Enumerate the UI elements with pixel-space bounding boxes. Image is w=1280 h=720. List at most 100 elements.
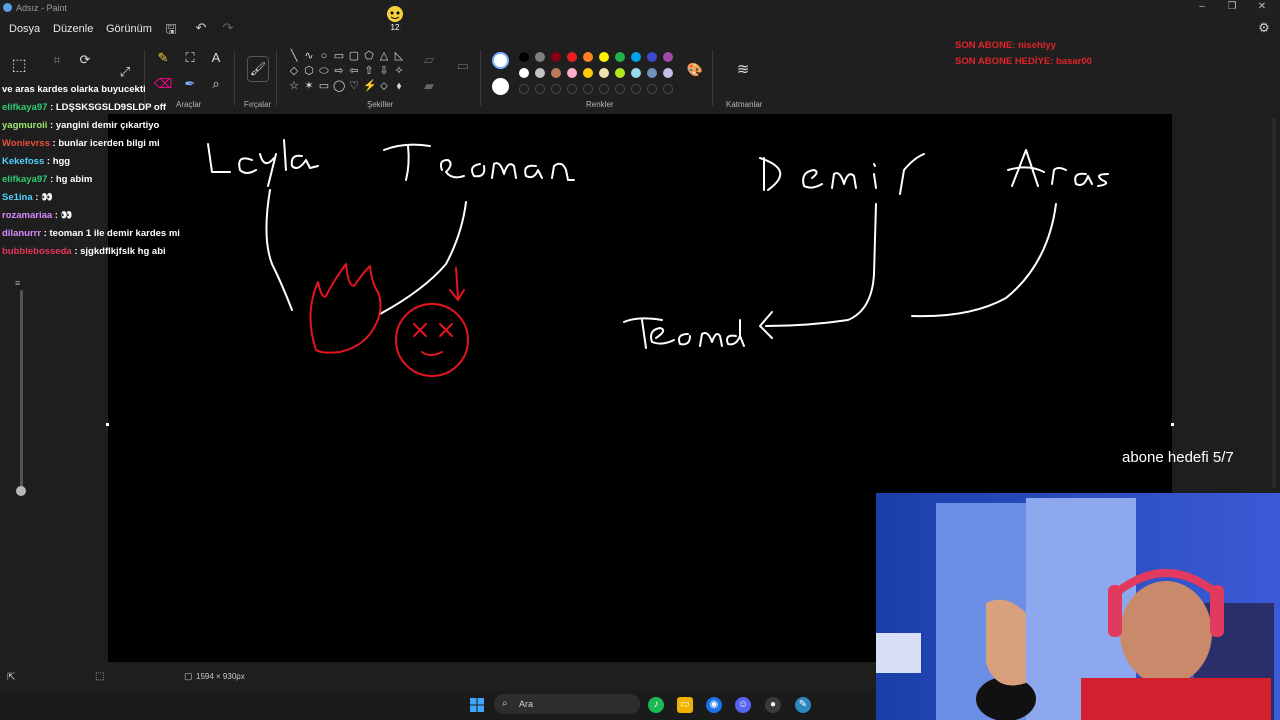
shape-option-icon[interactable]: ◇	[288, 65, 300, 77]
menu-edit[interactable]: Düzenle	[53, 23, 93, 35]
edit-colors-icon[interactable]: 🎨	[686, 62, 704, 78]
color-swatch[interactable]	[583, 68, 593, 78]
zoom-slider-thumb[interactable]	[16, 486, 26, 496]
shape-option-icon[interactable]: ⚡	[363, 80, 377, 92]
shape-style-icon[interactable]: ▭	[454, 58, 472, 74]
color-swatch[interactable]	[567, 52, 577, 62]
color-swatch[interactable]	[631, 68, 641, 78]
color-swatch[interactable]	[599, 68, 609, 78]
maximize-icon[interactable]: ❐	[1224, 1, 1240, 12]
spotify-icon[interactable]: ♪	[648, 697, 664, 713]
save-icon[interactable]: 🖫	[163, 20, 179, 42]
color-swatch[interactable]	[535, 68, 545, 78]
color-swatch[interactable]	[519, 52, 529, 62]
color-swatch[interactable]	[663, 52, 673, 62]
crop-icon[interactable]: ⌗	[48, 52, 66, 68]
primary-color-swatch[interactable]	[492, 52, 509, 69]
chat-text: : teoman 1 ile demir kardes mi	[41, 228, 180, 239]
color-swatch[interactable]	[615, 68, 625, 78]
shape-option-icon[interactable]: ♡	[348, 80, 360, 92]
custom-color-slot[interactable]	[535, 84, 545, 94]
custom-color-slot[interactable]	[615, 84, 625, 94]
shape-option-icon[interactable]: ☆	[288, 80, 300, 92]
shape-option-icon[interactable]: ╲	[288, 50, 300, 62]
chat-text: : yangini demir çıkartiyo	[47, 120, 160, 131]
custom-color-slot[interactable]	[663, 84, 673, 94]
resize-handle-left[interactable]	[106, 423, 109, 426]
tools-group-label: Araçlar	[176, 100, 202, 109]
shape-option-icon[interactable]: △	[378, 50, 390, 62]
color-swatch[interactable]	[647, 52, 657, 62]
color-swatch[interactable]	[663, 68, 673, 78]
undo-icon[interactable]: ↶	[193, 20, 209, 36]
layers-icon[interactable]: ≋	[734, 62, 752, 78]
color-swatch[interactable]	[599, 52, 609, 62]
color-swatch[interactable]	[615, 52, 625, 62]
file-explorer-icon[interactable]: ▭	[677, 697, 693, 713]
brush-icon[interactable]: 🖌	[247, 56, 269, 82]
secondary-color-swatch[interactable]	[492, 78, 509, 95]
shape-option-icon[interactable]: ○	[318, 50, 330, 62]
resize-handle-right[interactable]	[1171, 423, 1174, 426]
magnifier-icon[interactable]: ⌕	[207, 76, 225, 92]
color-swatch[interactable]	[631, 52, 641, 62]
minimize-icon[interactable]: –	[1194, 1, 1210, 12]
settings-gear-icon[interactable]: ⚙	[1256, 20, 1272, 36]
discord-icon[interactable]: ☺	[735, 697, 751, 713]
select-icon[interactable]: ⬚	[10, 58, 28, 74]
custom-color-slot[interactable]	[583, 84, 593, 94]
custom-color-slot[interactable]	[567, 84, 577, 94]
outline-icon[interactable]: ▱	[420, 52, 438, 68]
browser-icon[interactable]: ◉	[706, 697, 722, 713]
chat-text: : LDŞSKSGSLD9SLDP off	[47, 102, 167, 113]
shape-option-icon[interactable]: ⇨	[333, 65, 345, 77]
paint-taskbar-icon[interactable]: ✎	[795, 697, 811, 713]
zoom-slider-track[interactable]	[20, 290, 23, 490]
shape-option-icon[interactable]: ⇦	[348, 65, 360, 77]
shape-option-icon[interactable]: ⬡	[303, 65, 315, 77]
custom-color-slot[interactable]	[647, 84, 657, 94]
shape-option-icon[interactable]: ⇧	[363, 65, 375, 77]
shape-option-icon[interactable]: ◯	[333, 80, 345, 92]
fill-style-icon[interactable]: ▰	[420, 78, 438, 94]
shape-option-icon[interactable]: ◺	[393, 50, 405, 62]
color-swatch[interactable]	[519, 68, 529, 78]
color-swatch[interactable]	[567, 68, 577, 78]
custom-color-slot[interactable]	[599, 84, 609, 94]
vertical-scrollbar[interactable]	[1272, 118, 1276, 488]
shape-option-icon[interactable]: ▭	[333, 50, 345, 62]
shape-option-icon[interactable]: ▢	[348, 50, 360, 62]
shape-option-icon[interactable]: ⬦	[378, 80, 390, 92]
custom-color-slot[interactable]	[519, 84, 529, 94]
shape-option-icon[interactable]: ⬠	[363, 50, 375, 62]
color-swatch[interactable]	[583, 52, 593, 62]
custom-color-slot[interactable]	[551, 84, 561, 94]
shape-option-icon[interactable]: ⇩	[378, 65, 390, 77]
image-resize-icon[interactable]: ⤢	[116, 64, 134, 80]
rotate-icon[interactable]: ⟳	[76, 52, 94, 68]
close-icon[interactable]: ✕	[1254, 1, 1270, 12]
redo-icon[interactable]: ↷	[220, 20, 236, 36]
windows-start-icon[interactable]	[469, 697, 485, 713]
obs-icon[interactable]: ●	[765, 697, 781, 713]
fill-bucket-icon[interactable]: ⛶	[181, 50, 199, 66]
color-swatch[interactable]	[551, 68, 561, 78]
shape-option-icon[interactable]: ⬭	[318, 65, 330, 77]
menu-view[interactable]: Görünüm	[106, 23, 152, 35]
shape-option-icon[interactable]: ✶	[303, 80, 315, 92]
color-swatch[interactable]	[535, 52, 545, 62]
shape-option-icon[interactable]: ∿	[303, 50, 315, 62]
taskbar-search[interactable]: ⌕ Ara	[494, 694, 640, 714]
eraser-icon[interactable]: ⌫	[154, 76, 172, 92]
custom-color-slot[interactable]	[631, 84, 641, 94]
color-swatch[interactable]	[647, 68, 657, 78]
color-picker-icon[interactable]: ✒	[181, 76, 199, 92]
shape-option-icon[interactable]: ⬧	[393, 80, 405, 92]
text-tool-icon[interactable]: A	[207, 50, 225, 66]
color-swatch[interactable]	[551, 52, 561, 62]
shape-option-icon[interactable]: ▭	[318, 80, 330, 92]
shape-option-icon[interactable]: ✧	[393, 65, 405, 77]
brushes-group-label: Fırçalar	[244, 100, 272, 109]
menu-file[interactable]: Dosya	[9, 23, 40, 35]
pencil-icon[interactable]: ✎	[154, 50, 172, 66]
